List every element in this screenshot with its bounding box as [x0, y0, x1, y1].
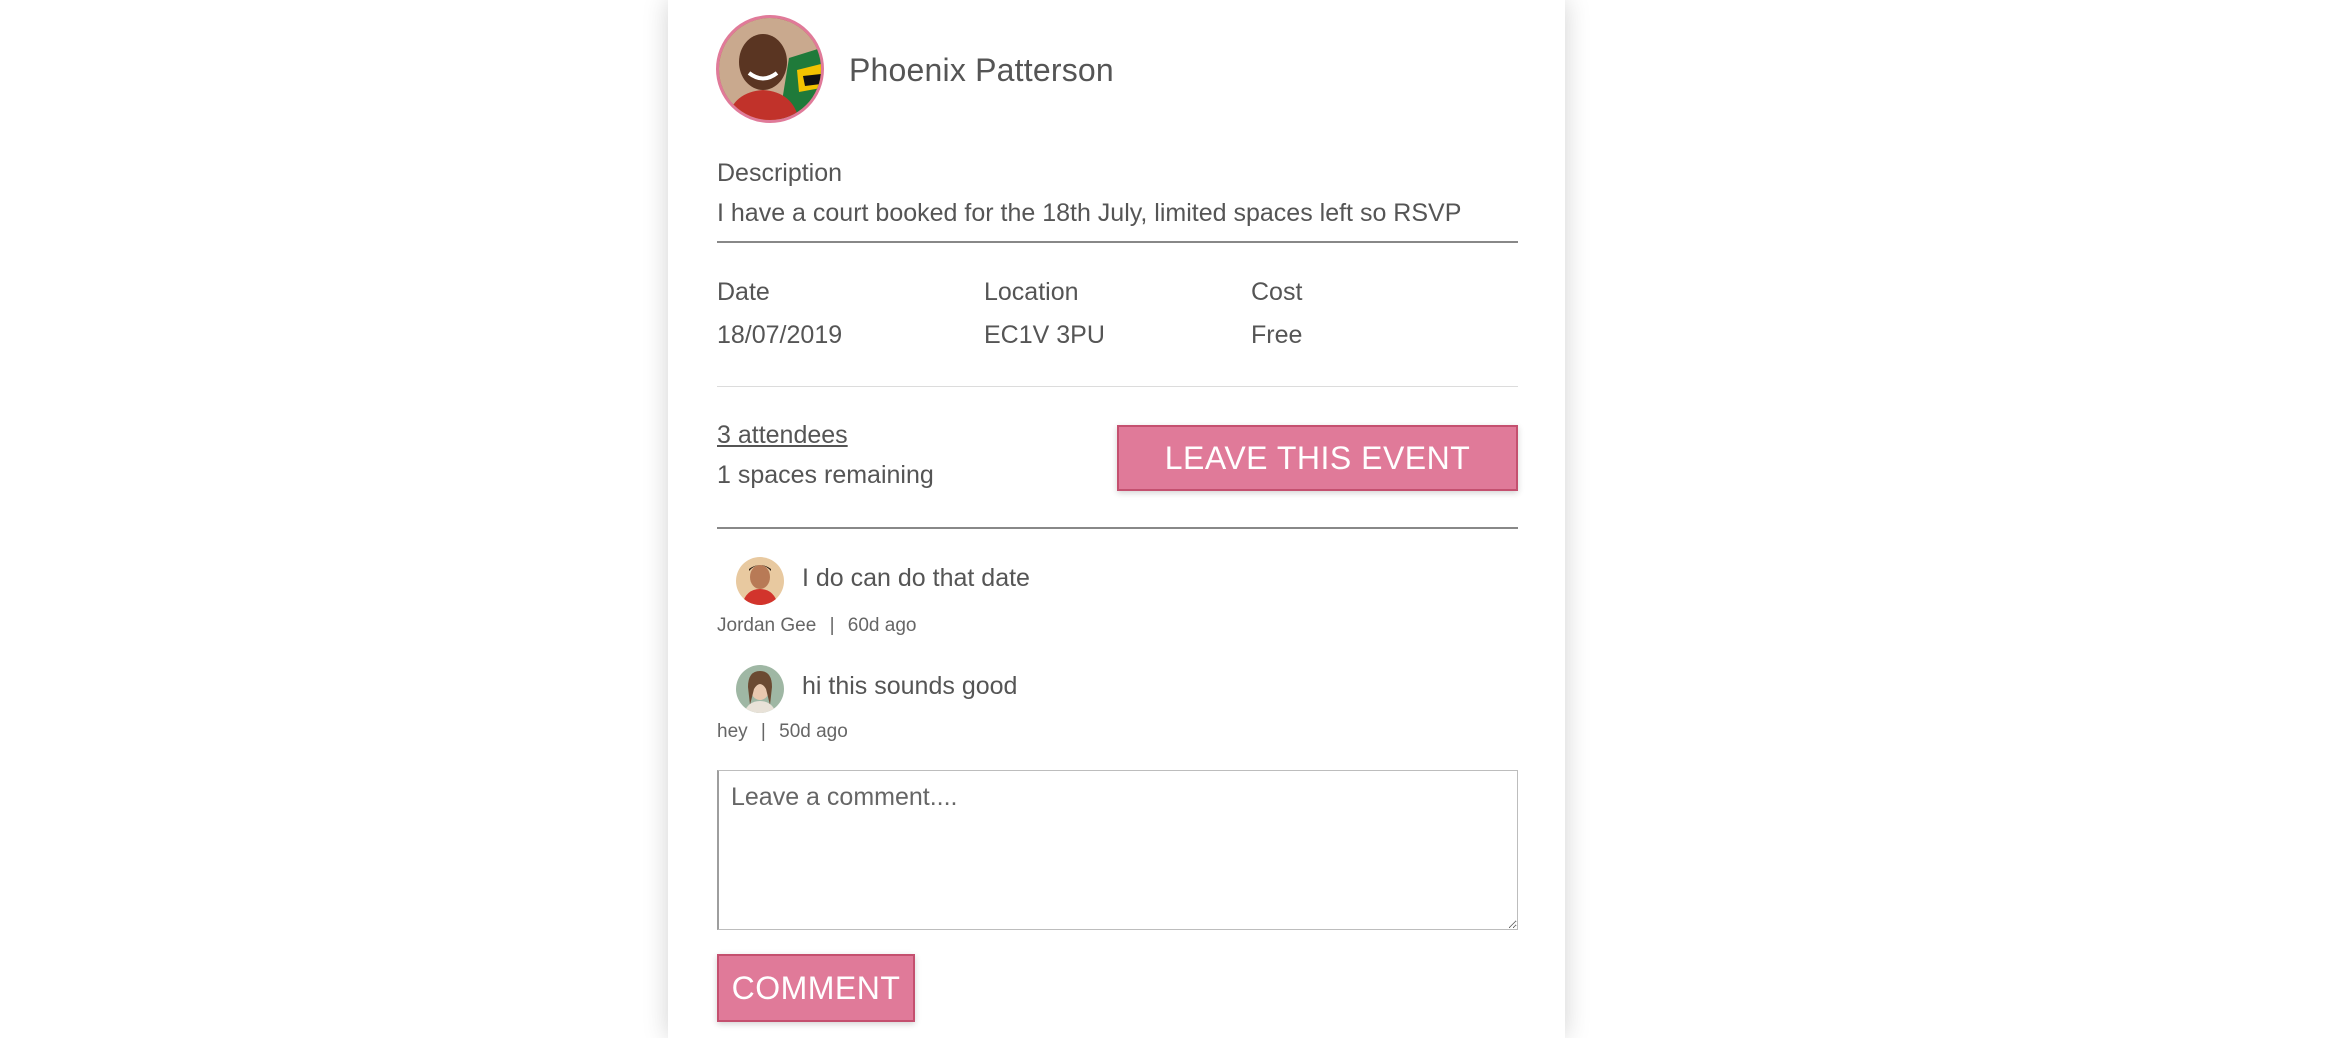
host-avatar-image	[719, 18, 821, 120]
description-label: Description	[717, 159, 843, 187]
date-label: Date	[717, 278, 770, 306]
cost-field: Cost Free	[1251, 278, 1302, 350]
attendees-link[interactable]: 3 attendees	[717, 421, 848, 450]
comment-submit-button[interactable]: COMMENT	[717, 954, 915, 1022]
comment-separator: |	[829, 615, 835, 636]
description-text: I have a court booked for the 18th July,…	[717, 199, 1462, 227]
commenter-avatar-image	[736, 557, 784, 605]
attendees-divider	[717, 527, 1518, 529]
comment-text: I do can do that date	[802, 564, 1030, 592]
comment-author: hey	[717, 721, 748, 742]
comment-text: hi this sounds good	[802, 672, 1018, 700]
date-value: 18/07/2019	[717, 321, 843, 349]
location-label: Location	[984, 278, 1079, 306]
comment-time: 50d ago	[779, 721, 848, 742]
location-value: EC1V 3PU	[984, 321, 1105, 349]
spaces-remaining: 1 spaces remaining	[717, 461, 934, 489]
location-field: Location EC1V 3PU	[984, 278, 1105, 350]
comment-meta: Jordan Gee | 60d ago	[717, 615, 916, 637]
comment-author: Jordan Gee	[717, 615, 817, 636]
leave-event-button[interactable]: LEAVE THIS EVENT	[1117, 425, 1518, 491]
comment-input[interactable]	[717, 770, 1518, 930]
host-name: Phoenix Patterson	[849, 52, 1114, 88]
commenter-avatar-image	[736, 665, 784, 713]
description-divider	[717, 241, 1518, 243]
cost-value: Free	[1251, 321, 1303, 349]
comment-separator: |	[760, 721, 766, 742]
date-field: Date 18/07/2019	[717, 278, 842, 350]
details-divider	[717, 386, 1518, 387]
cost-label: Cost	[1251, 278, 1303, 306]
comment-avatar	[736, 665, 784, 713]
host-avatar	[716, 15, 824, 123]
comment-time: 60d ago	[847, 615, 917, 636]
comment-avatar	[736, 557, 784, 605]
comment-meta: hey | 50d ago	[717, 721, 848, 743]
